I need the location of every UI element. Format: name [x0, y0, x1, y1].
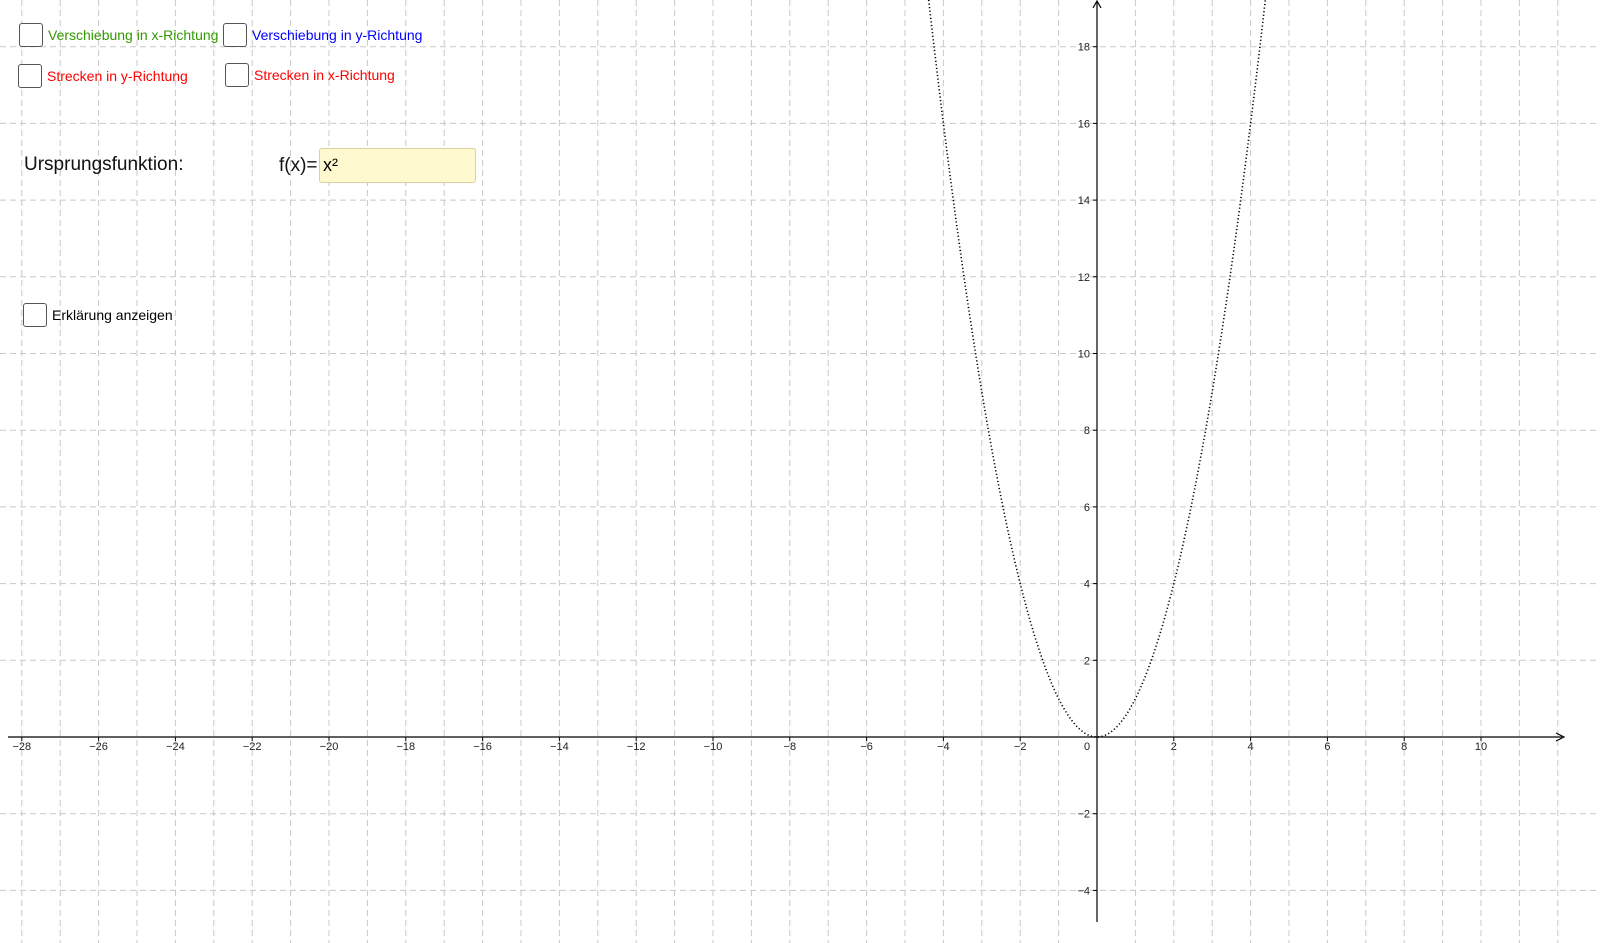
x-tick-label: −22: [243, 741, 262, 753]
x-tick-label: 8: [1401, 741, 1407, 753]
x-tick-label: −28: [12, 741, 31, 753]
y-tick-label: 12: [1078, 272, 1090, 284]
y-tick-label: 4: [1084, 579, 1090, 591]
original-function-heading: Ursprungsfunktion:: [24, 154, 184, 175]
x-tick-label: 6: [1324, 741, 1330, 753]
checkbox-stretch-x-box[interactable]: [225, 63, 249, 87]
y-tick-label: 6: [1084, 502, 1090, 514]
checkbox-shift-x-label[interactable]: Verschiebung in x-Richtung: [48, 27, 218, 43]
checkbox-explanation-label[interactable]: Erklärung anzeigen: [52, 307, 173, 323]
checkbox-shift-x-box[interactable]: [19, 23, 43, 47]
x-tick-label: −20: [320, 741, 339, 753]
x-tick-label: −12: [627, 741, 646, 753]
y-tick-label: −4: [1077, 885, 1090, 897]
y-tick-label: 16: [1078, 118, 1090, 130]
checkbox-shift-x[interactable]: Verschiebung in x-Richtung: [19, 23, 218, 47]
checkbox-explanation-box[interactable]: [23, 303, 47, 327]
x-tick-label: −4: [937, 741, 950, 753]
axes: [8, 0, 1566, 922]
tick-labels: −28 −26 −24 −22 −20 −18 −16 −14 −12 −10 −8 −6 −4 −2 0 2…: [12, 42, 1487, 898]
x-tick-label: −26: [89, 741, 108, 753]
checkbox-stretch-x-label[interactable]: Strecken in x-Richtung: [254, 67, 395, 83]
y-tick-label: 2: [1084, 655, 1090, 667]
y-tick-label: 18: [1078, 42, 1090, 54]
y-tick-label: 8: [1084, 425, 1090, 437]
x-tick-label: −24: [166, 741, 185, 753]
x-tick-label: −10: [704, 741, 723, 753]
checkbox-shift-y-box[interactable]: [223, 23, 247, 47]
x-tick-label: −6: [860, 741, 873, 753]
function-input-label: f(x)=: [279, 155, 318, 176]
function-input[interactable]: [319, 148, 476, 183]
graph-view[interactable]: −28 −26 −24 −22 −20 −18 −16 −14 −12 −10 −8 −6 −4 −2 0 2…: [0, 0, 1600, 943]
checkbox-stretch-y-box[interactable]: [18, 64, 42, 88]
checkbox-explanation[interactable]: Erklärung anzeigen: [23, 303, 173, 327]
y-tick-label: 14: [1078, 195, 1090, 207]
y-tick-label: −2: [1077, 809, 1090, 821]
checkbox-shift-y-label[interactable]: Verschiebung in y-Richtung: [252, 27, 422, 43]
x-tick-label: 2: [1171, 741, 1177, 753]
grid: [0, 0, 1600, 943]
checkbox-shift-y[interactable]: Verschiebung in y-Richtung: [223, 23, 422, 47]
x-tick-label: −2: [1014, 741, 1027, 753]
checkbox-stretch-y-label[interactable]: Strecken in y-Richtung: [47, 68, 188, 84]
x-tick-label: 10: [1475, 741, 1487, 753]
checkbox-stretch-y[interactable]: Strecken in y-Richtung: [18, 64, 188, 88]
x-tick-label: 0: [1084, 741, 1090, 753]
x-tick-label: −18: [396, 741, 415, 753]
x-tick-label: −14: [550, 741, 569, 753]
x-tick-label: 4: [1248, 741, 1254, 753]
geogebra-canvas[interactable]: −28 −26 −24 −22 −20 −18 −16 −14 −12 −10 −8 −6 −4 −2 0 2…: [0, 0, 1600, 943]
x-tick-label: −8: [784, 741, 797, 753]
checkbox-stretch-x[interactable]: Strecken in x-Richtung: [225, 63, 395, 87]
y-tick-label: 10: [1078, 349, 1090, 361]
x-tick-label: −16: [473, 741, 492, 753]
